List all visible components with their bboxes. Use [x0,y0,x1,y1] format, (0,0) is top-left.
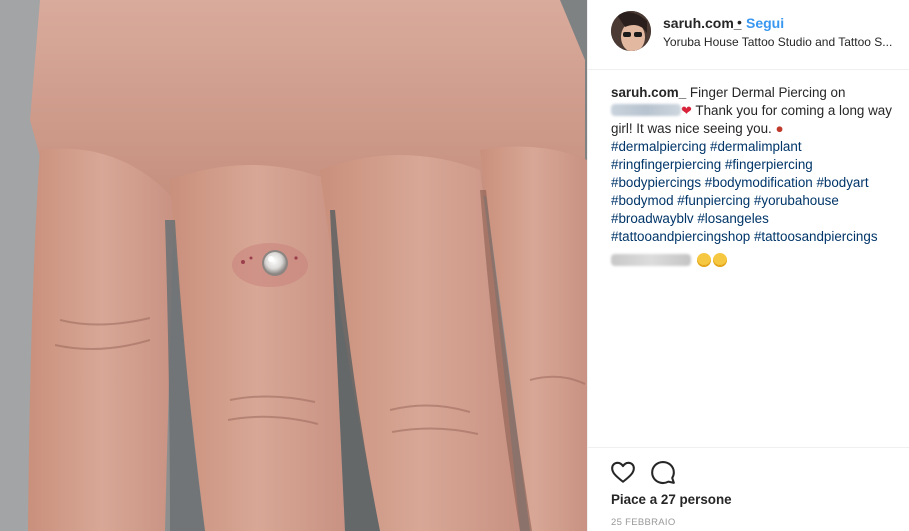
blurred-commenter [611,254,691,266]
avatar[interactable] [611,11,651,51]
caption-username[interactable]: saruh.com_ [611,85,686,100]
header-username[interactable]: saruh.com_ [663,15,742,31]
likes-count[interactable]: Piace a 27 persone [611,492,732,507]
heart-outline-icon[interactable] [610,459,636,485]
blurred-mention [611,104,681,116]
red-heart-emoji-icon: ❤ [681,103,692,118]
separator-dot: • [737,14,742,30]
post-side-panel: saruh.com_ • Segui Yoruba House Tattoo S… [587,0,909,531]
speech-bubble-icon[interactable] [650,459,676,485]
post-photo[interactable] [0,0,587,531]
hashtag-line[interactable]: #bodymod #funpiercing #yorubahouse [611,193,839,208]
dancer-emoji-icon: ● [775,121,784,136]
post-date[interactable]: 25 FEBBRAIO [611,517,676,528]
hashtag-line[interactable]: #tattooandpiercingshop #tattoosandpierci… [611,229,878,244]
hashtag-line[interactable]: #dermalpiercing #dermalimplant [611,139,802,154]
hashtag-line[interactable]: #broadwayblv #losangeles [611,211,769,226]
surprised-emoji-icon [712,253,727,267]
action-bar [588,447,909,485]
location-link[interactable]: Yoruba House Tattoo Studio and Tattoo S.… [663,35,898,49]
post-caption: saruh.com_ Finger Dermal Piercing on ❤ T… [611,84,903,270]
comment-row [611,252,903,270]
hand-photo-image [0,0,587,531]
hashtag-line[interactable]: #bodypiercings #bodymodification #bodyar… [611,175,869,190]
caption-text-start: Finger Dermal Piercing on [689,85,846,100]
follow-button[interactable]: Segui [746,15,784,31]
post-header: saruh.com_ • Segui Yoruba House Tattoo S… [588,0,909,70]
wink-emoji-icon [696,253,711,267]
hashtag-line[interactable]: #ringfingerpiercing #fingerpiercing [611,157,813,172]
avatar-image [611,11,651,51]
